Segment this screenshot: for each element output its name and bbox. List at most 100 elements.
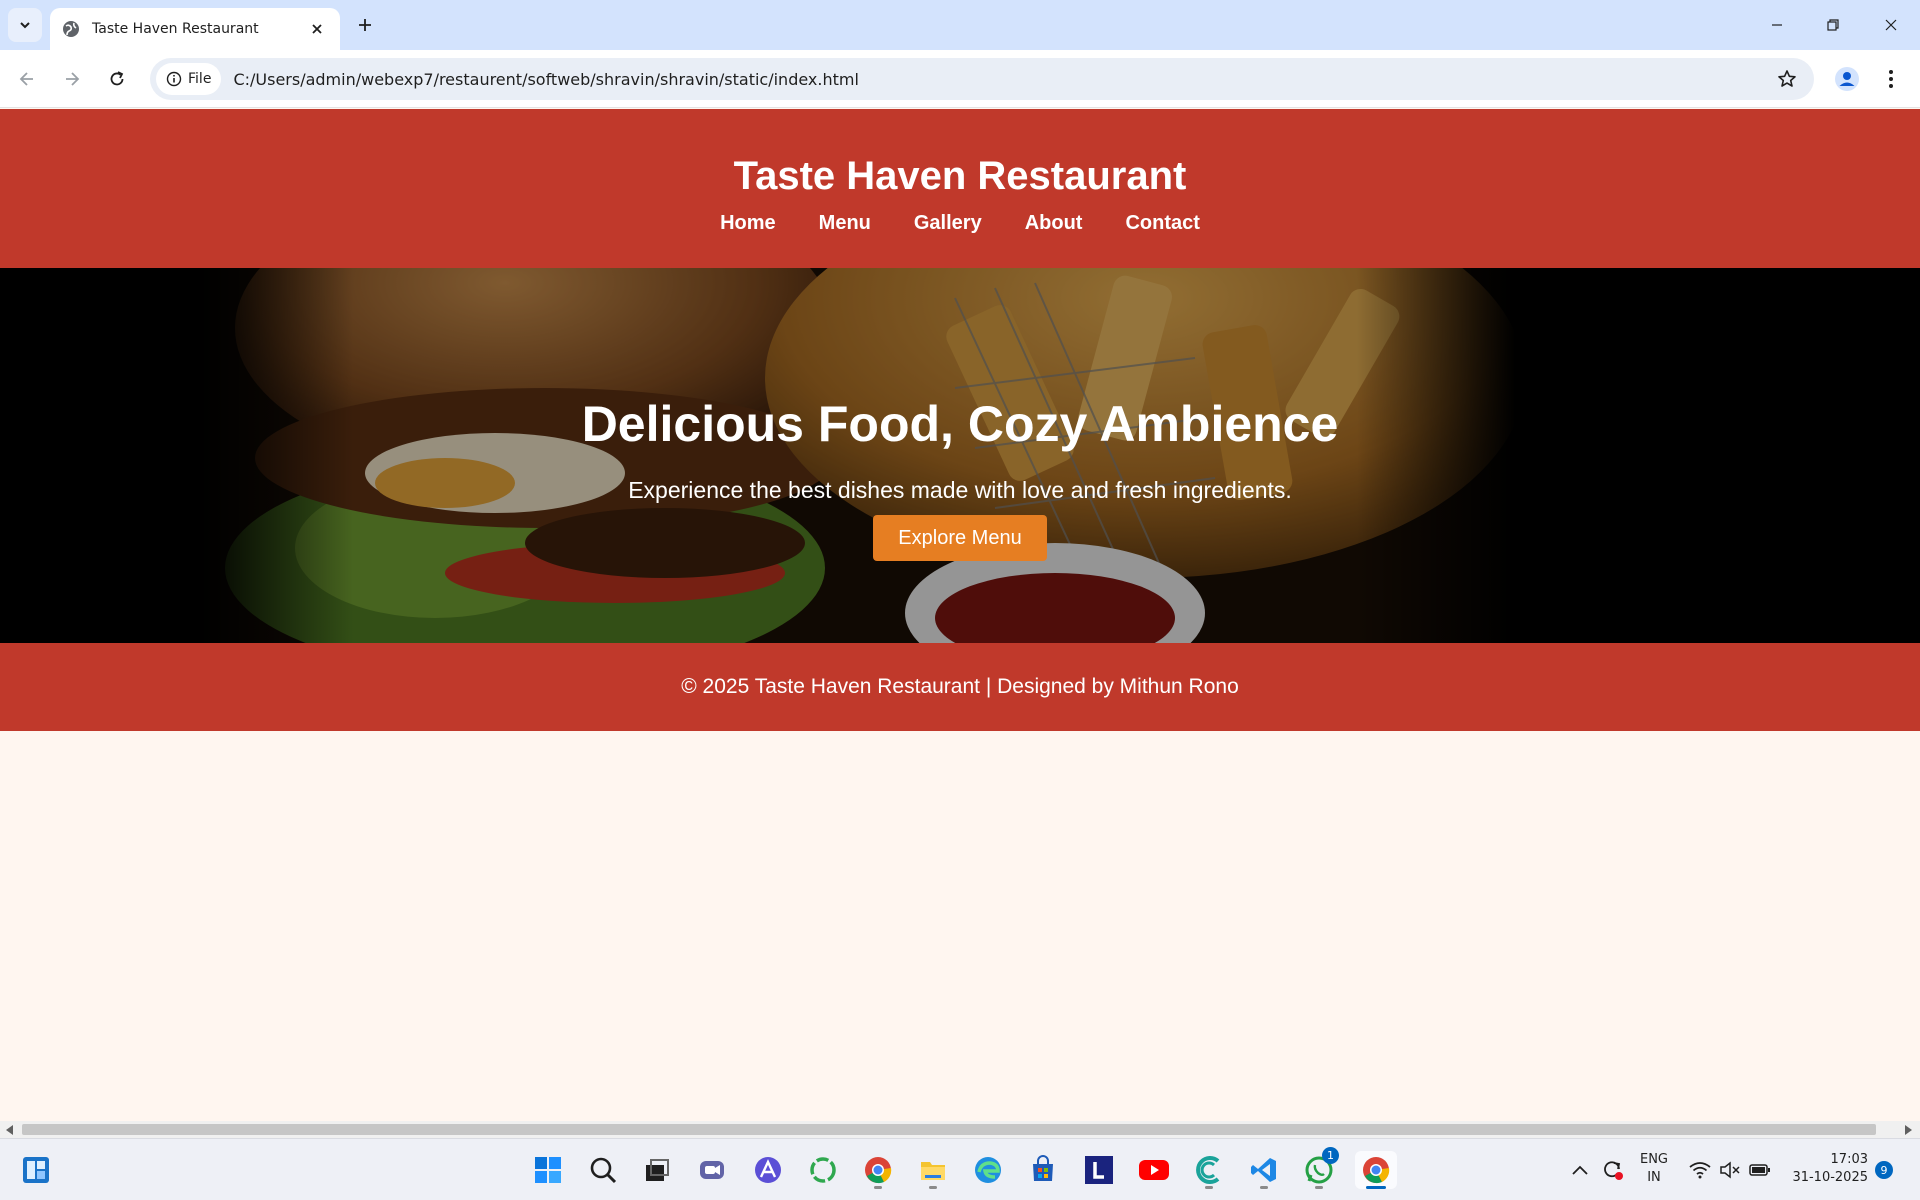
battery-button[interactable] <box>1746 1151 1774 1189</box>
copilot-button[interactable] <box>749 1151 787 1189</box>
tab-strip: Taste Haven Restaurant <box>0 0 1920 50</box>
running-indicator <box>1205 1186 1213 1189</box>
nav-link-menu[interactable]: Menu <box>819 212 871 235</box>
close-icon <box>1885 19 1897 31</box>
hero-title: Delicious Food, Cozy Ambience <box>581 396 1339 452</box>
hero-subtitle: Experience the best dishes made with lov… <box>628 477 1292 503</box>
back-button[interactable] <box>10 62 44 96</box>
arrow-right-icon <box>66 72 80 86</box>
restore-button[interactable] <box>1818 10 1848 40</box>
address-bar[interactable]: File C:/Users/admin/webexp7/restaurent/s… <box>150 58 1814 100</box>
network-button[interactable] <box>1686 1151 1714 1189</box>
clock-date: 31-10-2025 <box>1792 1170 1868 1185</box>
scroll-left-button[interactable] <box>4 1124 16 1136</box>
tab-close-button[interactable] <box>306 18 328 40</box>
close-window-button[interactable] <box>1876 10 1906 40</box>
sync-alert-icon <box>1604 1161 1623 1180</box>
minimize-button[interactable] <box>1762 10 1792 40</box>
plus-icon <box>359 19 371 31</box>
scrollbar-thumb[interactable] <box>22 1124 1876 1135</box>
running-indicator <box>929 1186 937 1189</box>
globe-icon <box>63 21 79 37</box>
reload-button[interactable] <box>100 62 134 96</box>
edge-icon <box>975 1157 1001 1183</box>
arc-icon <box>1196 1156 1220 1184</box>
arrow-left-icon <box>19 72 33 86</box>
close-icon <box>312 24 322 34</box>
nav-link-gallery[interactable]: Gallery <box>914 212 982 235</box>
store-icon <box>1033 1155 1053 1181</box>
clock[interactable]: 17:03 31-10-2025 <box>1788 1151 1868 1187</box>
language-indicator[interactable]: ENG IN <box>1632 1151 1676 1187</box>
running-indicator <box>1315 1186 1323 1189</box>
url-text[interactable]: C:/Users/admin/webexp7/restaurent/softwe… <box>233 70 1770 89</box>
search-icon <box>590 1157 617 1184</box>
horizontal-scrollbar[interactable] <box>0 1121 1920 1138</box>
forward-button[interactable] <box>55 62 89 96</box>
chrome-active-icon <box>1363 1157 1390 1184</box>
file-explorer-icon <box>921 1162 945 1180</box>
notification-badge[interactable]: 9 <box>1875 1161 1893 1179</box>
nav-link-home[interactable]: Home <box>720 212 776 235</box>
meet-icon <box>700 1161 724 1179</box>
more-vertical-icon <box>1889 70 1893 88</box>
chrome-button[interactable] <box>859 1151 897 1189</box>
browser-menu-button[interactable] <box>1876 62 1906 96</box>
volume-button[interactable] <box>1716 1151 1744 1189</box>
search-button[interactable] <box>584 1151 622 1189</box>
copilot-icon <box>755 1157 781 1183</box>
site-header: Taste Haven Restaurant Home Menu Gallery… <box>0 109 1920 268</box>
tab-search-button[interactable] <box>8 8 42 42</box>
site-info-chip[interactable]: File <box>156 63 222 95</box>
volume-muted-icon <box>1720 1161 1740 1179</box>
store-button[interactable] <box>1024 1151 1062 1189</box>
start-icon <box>535 1157 561 1183</box>
clock-time: 17:03 <box>1830 1152 1868 1167</box>
l-app-button[interactable] <box>1080 1151 1118 1189</box>
show-hidden-icons-button[interactable] <box>1565 1151 1595 1189</box>
triangle-left-icon <box>6 1125 13 1135</box>
language-region: IN <box>1647 1170 1661 1185</box>
wifi-icon <box>1689 1162 1711 1179</box>
site-footer: © 2025 Taste Haven Restaurant | Designed… <box>0 643 1920 731</box>
nav-link-contact[interactable]: Contact <box>1125 212 1199 235</box>
vscode-icon <box>1251 1158 1276 1182</box>
taskbar: 1 ENG IN 17:03 31-10-2025 9 <box>0 1138 1920 1200</box>
scroll-right-button[interactable] <box>1902 1124 1914 1136</box>
file-explorer-button[interactable] <box>914 1151 952 1189</box>
arc-button[interactable] <box>1190 1151 1228 1189</box>
triangle-right-icon <box>1905 1125 1912 1135</box>
vscode-button[interactable] <box>1245 1151 1283 1189</box>
refresh-app-icon <box>810 1157 836 1183</box>
start-button[interactable] <box>529 1151 567 1189</box>
meet-button[interactable] <box>693 1151 731 1189</box>
task-view-icon <box>646 1159 669 1181</box>
bookmark-button[interactable] <box>1770 62 1804 96</box>
profile-icon <box>1835 67 1859 91</box>
sync-app-button[interactable] <box>804 1151 842 1189</box>
info-icon <box>166 71 182 87</box>
running-indicator <box>1260 1186 1268 1189</box>
sync-status-button[interactable] <box>1597 1151 1627 1189</box>
browser-toolbar: File C:/Users/admin/webexp7/restaurent/s… <box>0 50 1920 108</box>
new-tab-button[interactable] <box>352 12 378 38</box>
task-view-button[interactable] <box>638 1151 676 1189</box>
hero-content: Delicious Food, Cozy Ambience Experience… <box>0 396 1920 561</box>
profile-button[interactable] <box>1830 62 1864 96</box>
browser-tab[interactable]: Taste Haven Restaurant <box>50 8 340 50</box>
minimize-icon <box>1772 24 1782 26</box>
star-icon <box>1778 70 1796 87</box>
restore-icon <box>1827 19 1839 31</box>
youtube-button[interactable] <box>1135 1151 1173 1189</box>
widgets-button[interactable] <box>17 1151 55 1189</box>
edge-button[interactable] <box>969 1151 1007 1189</box>
chevron-up-icon <box>1572 1165 1588 1175</box>
chrome-active-button[interactable] <box>1355 1151 1397 1189</box>
widgets-icon <box>23 1157 49 1183</box>
chrome-icon <box>865 1157 892 1184</box>
whatsapp-badge: 1 <box>1322 1147 1339 1164</box>
nav-link-about[interactable]: About <box>1025 212 1083 235</box>
explore-menu-button[interactable]: Explore Menu <box>873 515 1047 561</box>
whatsapp-button[interactable]: 1 <box>1300 1147 1339 1189</box>
hero-section: Delicious Food, Cozy Ambience Experience… <box>0 268 1920 643</box>
